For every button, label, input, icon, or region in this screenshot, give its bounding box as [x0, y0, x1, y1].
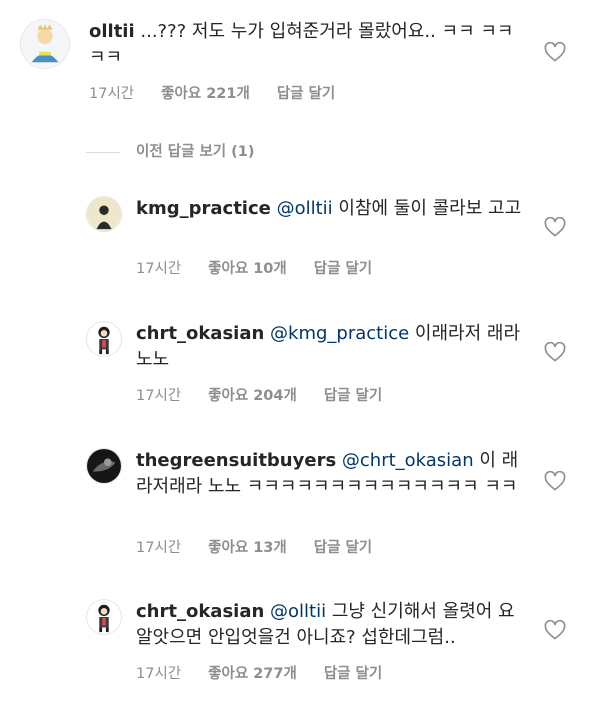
comment-text: thegreensuitbuyers @chrt_okasian 이 래라저래라…: [136, 448, 531, 500]
avatar[interactable]: [86, 321, 122, 357]
mention-link[interactable]: @chrt_okasian: [342, 450, 474, 471]
avatar[interactable]: [86, 599, 122, 635]
comment-meta: 17시간 좋아요 204개 답글 달기: [136, 384, 382, 405]
avatar[interactable]: [86, 448, 122, 484]
divider-line: [86, 151, 120, 153]
avatar[interactable]: [86, 196, 122, 232]
reply-button[interactable]: 답글 달기: [324, 662, 382, 683]
mention-link[interactable]: @kmg_practice: [270, 323, 409, 344]
heart-icon[interactable]: [544, 42, 566, 62]
username-link[interactable]: kmg_practice: [136, 198, 271, 219]
comment-body: ...??? 저도 누가 입혀준거라 몰랐어요.. ㅋㅋ ㅋㅋㅋㅋ: [89, 21, 514, 68]
comment-meta: 17시간 좋아요 13개 답글 달기: [136, 536, 372, 557]
comment-text: olltii ...??? 저도 누가 입혀준거라 몰랐어요.. ㅋㅋ ㅋㅋㅋㅋ: [89, 19, 529, 71]
view-previous-replies[interactable]: 이전 답글 보기 (1): [86, 140, 255, 161]
timestamp[interactable]: 17시간: [136, 662, 181, 683]
reply-button[interactable]: 답글 달기: [314, 536, 372, 557]
view-previous-label[interactable]: 이전 답글 보기 (1): [136, 144, 255, 160]
avatar-silhouette-icon: [87, 197, 121, 231]
username-link[interactable]: chrt_okasian: [136, 601, 264, 622]
likes-count[interactable]: 좋아요 204개: [208, 384, 297, 405]
avatar[interactable]: [20, 19, 70, 69]
comment-text: chrt_okasian @kmg_practice 이래라저 래라 노노: [136, 321, 531, 373]
likes-count[interactable]: 좋아요 10개: [208, 257, 287, 278]
avatar-cartoon-icon: [87, 322, 121, 356]
comment-meta: 17시간 좋아요 221개 답글 달기: [89, 82, 335, 103]
mention-link[interactable]: @olltii: [277, 198, 333, 219]
likes-count[interactable]: 좋아요 277개: [208, 662, 297, 683]
username-link[interactable]: chrt_okasian: [136, 323, 264, 344]
username-link[interactable]: olltii: [89, 21, 135, 42]
reply-button[interactable]: 답글 달기: [314, 257, 372, 278]
heart-icon[interactable]: [544, 620, 566, 640]
timestamp[interactable]: 17시간: [136, 536, 181, 557]
likes-count[interactable]: 좋아요 13개: [208, 536, 287, 557]
mention-link[interactable]: @olltii: [270, 601, 326, 622]
avatar-dark-photo-icon: [87, 449, 121, 483]
likes-count[interactable]: 좋아요 221개: [161, 82, 250, 103]
reply-button[interactable]: 답글 달기: [277, 82, 335, 103]
comment-meta: 17시간 좋아요 10개 답글 달기: [136, 257, 372, 278]
heart-icon[interactable]: [544, 217, 566, 237]
heart-icon[interactable]: [544, 342, 566, 362]
timestamp[interactable]: 17시간: [136, 257, 181, 278]
heart-icon[interactable]: [544, 471, 566, 491]
timestamp[interactable]: 17시간: [89, 82, 134, 103]
timestamp[interactable]: 17시간: [136, 384, 181, 405]
username-link[interactable]: thegreensuitbuyers: [136, 450, 336, 471]
comment-text: chrt_okasian @olltii 그냥 신기해서 올렷어 요 알앗으면 …: [136, 599, 531, 651]
comment-body: 이참에 둘이 콜라보 고고: [332, 198, 522, 219]
comment-meta: 17시간 좋아요 277개 답글 달기: [136, 662, 382, 683]
comment-text: kmg_practice @olltii 이참에 둘이 콜라보 고고: [136, 196, 531, 222]
avatar-cartoon-icon: [87, 600, 121, 634]
avatar-cartoon-icon: [21, 20, 69, 68]
reply-button[interactable]: 답글 달기: [324, 384, 382, 405]
